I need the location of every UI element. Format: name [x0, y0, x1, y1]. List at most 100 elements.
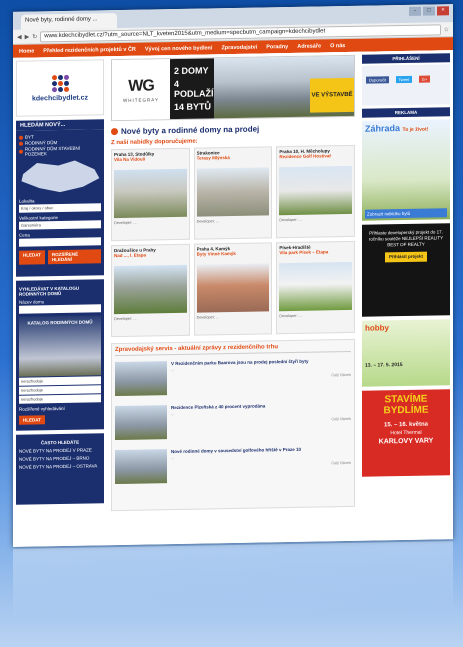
news-item: V Rezidenčním parku Baarova jsou na prod… [115, 358, 351, 400]
house-name-input[interactable] [19, 304, 101, 314]
logo-dot [63, 80, 69, 86]
nav-about[interactable]: O nás [330, 43, 345, 49]
category-select[interactable]: Garsoniéra [19, 220, 101, 230]
catalog-panel: VYHLEDÁVAT V KATALOGU RODINNÝCH DOMŮ Náz… [16, 279, 104, 431]
offer-title: Praha 10, H. Měcholupy Rezidence Golf Hos… [279, 148, 352, 165]
price-input[interactable] [19, 237, 101, 247]
news-summary: ... [171, 368, 175, 373]
offer-photo[interactable] [114, 264, 187, 315]
offer-card[interactable]: Strakonice Terasy Mlýnská Developer: ... [193, 146, 273, 240]
back-icon[interactable]: ◀ [17, 33, 22, 40]
news-more-link[interactable]: Celý článek [171, 460, 351, 467]
browser-tab[interactable]: Nové byty, rodinné domy ... [21, 13, 117, 30]
ad-zahrada-title: Záhrada To je život! [365, 123, 429, 134]
ad-best-of-realty[interactable]: Přihlaste developerský projekt do 17. ro… [362, 223, 450, 317]
radio-icon [19, 141, 23, 146]
minimize-button[interactable]: - [409, 6, 421, 16]
bullet-icon [111, 128, 118, 136]
catalog-advanced-link[interactable]: Rozšířené vyhledávání [19, 405, 101, 412]
offer-card[interactable]: Praha 13, Stodůlky Vila Na Vidouli Develop… [111, 147, 190, 242]
google-plus-button[interactable]: G+ [418, 75, 431, 83]
logo-dot [51, 86, 57, 92]
offer-title: Strakonice Terasy Mlýnská [197, 149, 270, 166]
offer-developer: Developer: ... [114, 220, 137, 226]
ad-zahrada-button[interactable]: Zobrazit nabídku bytů [365, 208, 447, 219]
frequent-link[interactable]: NOVÉ BYTY NA PRODEJ – OSTRAVA [19, 463, 101, 469]
facebook-like-button[interactable]: Doporučit [366, 76, 390, 84]
offer-link[interactable]: Terasy Mlýnská [197, 154, 270, 161]
ad-stavime-bydlime[interactable]: STAVÍME BYDLÍME 15. – 16. května Hotel T… [362, 389, 450, 477]
logo-dots-icon [51, 74, 69, 92]
offer-card[interactable]: Dražoušice u Prahy Nad ..., I. Etapa Devel… [111, 243, 190, 338]
logo-dot [57, 80, 63, 86]
offer-photo[interactable] [196, 263, 270, 313]
nav-directory[interactable]: Adresáře [297, 43, 321, 49]
radio-plot[interactable]: RODINNÝ DŮM STAVEBNÍ POZEMEK [19, 145, 101, 157]
catalog-select-3[interactable]: nerozhoduje [19, 394, 101, 404]
tweet-button[interactable]: Tweet [395, 75, 413, 84]
catalog-header: VYHLEDÁVAT V KATALOGU RODINNÝCH DOMŮ [19, 285, 80, 297]
offer-photo[interactable] [196, 167, 270, 217]
offer-photo[interactable] [279, 261, 352, 312]
ad-hobby[interactable]: hobby 13. – 17. 5. 2015 [362, 319, 450, 387]
offer-link[interactable]: Vila Na Vidouli [114, 156, 187, 163]
offer-title: Praha 4, Kamýk Byty Vinné Kamýk [197, 245, 270, 262]
ad-stavime-line2: BYDLÍME [383, 404, 429, 417]
social-box: Doporučit Tweet G+ [362, 64, 450, 106]
news-more-link[interactable]: Celý článek [171, 372, 351, 379]
search-button[interactable]: HLEDAT [19, 250, 45, 265]
nav-projects[interactable]: Přehled rezidenčních projektů v ČR [43, 46, 136, 54]
close-button[interactable]: × [437, 6, 449, 16]
maximize-button[interactable]: □ [423, 6, 435, 16]
logo-dot [63, 74, 69, 80]
window-controls: - □ × [409, 6, 449, 16]
catalog-select-1[interactable]: nerozhoduje [19, 376, 101, 386]
news-thumbnail[interactable] [115, 361, 167, 397]
frequent-link[interactable]: NOVÉ BYTY NA PRODEJ V PRAZE [19, 447, 101, 453]
nav-home[interactable]: Home [19, 48, 34, 54]
site-logo[interactable]: kdechcibydlet.cz [16, 59, 104, 117]
catalog-promo[interactable]: KATALOG RODINNÝCH DOMŮ [19, 315, 101, 377]
catalog-select-2[interactable]: nerozhoduje [19, 385, 101, 395]
nav-news[interactable]: Zpravodajství [221, 44, 257, 51]
offer-card[interactable]: Praha 4, Kamýk Byty Vinné Kamýk Developer:… [193, 242, 273, 336]
ad-hobby-title: hobby [365, 323, 389, 333]
logo-text: kdechcibydlet.cz [31, 94, 89, 103]
advanced-search-button[interactable]: ROZŠÍŘENÉ HLEDÁNÍ [47, 249, 101, 265]
news-thumbnail[interactable] [115, 405, 167, 441]
news-thumbnail[interactable] [115, 449, 167, 485]
offer-title: Písek-Hradiště Vila park Písek – Etapa [279, 244, 352, 261]
search-buttons: HLEDAT ROZŠÍŘENÉ HLEDÁNÍ [19, 249, 101, 265]
ad-best-button[interactable]: Přihlásit projekt [384, 251, 427, 263]
hero-banner[interactable]: WG WHITEGRAY 2 DOMY 4 PODLAŽÍ 14 BYTŮ VE… [111, 54, 355, 122]
news-more-link[interactable]: Celý článek [171, 416, 351, 423]
forward-icon[interactable]: ▶ [25, 33, 30, 40]
hero-photo: VE VÝSTAVBĚ [214, 55, 354, 119]
offer-link[interactable]: Vila park Písek – Etapa [279, 249, 352, 255]
offer-card[interactable]: Písek-Hradiště Vila park Písek – Etapa Dev… [276, 240, 355, 335]
catalog-search-button[interactable]: HLEDAT [19, 415, 45, 425]
offer-link[interactable]: Rezidence Golf Hostivař [279, 153, 352, 159]
ad-zahrada[interactable]: Záhrada To je život! Zobrazit nabídku by… [362, 119, 450, 221]
offer-link[interactable]: Byty Vinné Kamýk [197, 250, 270, 257]
left-column: kdechcibydlet.cz HLEDÁM NOVÝ... BYT RODI… [13, 56, 107, 547]
offer-link[interactable]: Nad ..., I. Etapa [114, 252, 187, 259]
page-body: kdechcibydlet.cz HLEDÁM NOVÝ... BYT RODI… [13, 50, 453, 547]
ad-stavime-city: KARLOVY VARY [378, 437, 434, 446]
nav-prices[interactable]: Vývoj cen nového bydlení [145, 45, 213, 52]
reload-icon[interactable]: ↻ [32, 33, 37, 40]
right-column: PŘIHLÁŠENÍ Doporučit Tweet G+ REKLAMA Zá… [359, 50, 453, 541]
offer-card[interactable]: Praha 10, H. Měcholupy Rezidence Golf Hos… [276, 144, 355, 239]
offer-photo[interactable] [279, 165, 352, 216]
logo-dot [63, 86, 69, 92]
news-item: Rezidence Plzeňská z 40 procent vyprodán… [115, 402, 351, 444]
star-icon[interactable]: ☆ [444, 26, 449, 33]
region-select[interactable]: Kraj / okres / obec [19, 203, 101, 213]
czech-map[interactable] [19, 158, 101, 195]
frequent-link[interactable]: NOVÉ BYTY NA PRODEJ – BRNO [19, 455, 101, 462]
nav-advice[interactable]: Poradny [266, 44, 288, 50]
ad-stavime-date: 15. – 16. května [383, 421, 429, 429]
hero-fact-1: 2 DOMY [174, 65, 209, 77]
offer-photo[interactable] [114, 168, 187, 219]
page-title: Nové byty a rodinné domy na prodej [111, 123, 355, 136]
